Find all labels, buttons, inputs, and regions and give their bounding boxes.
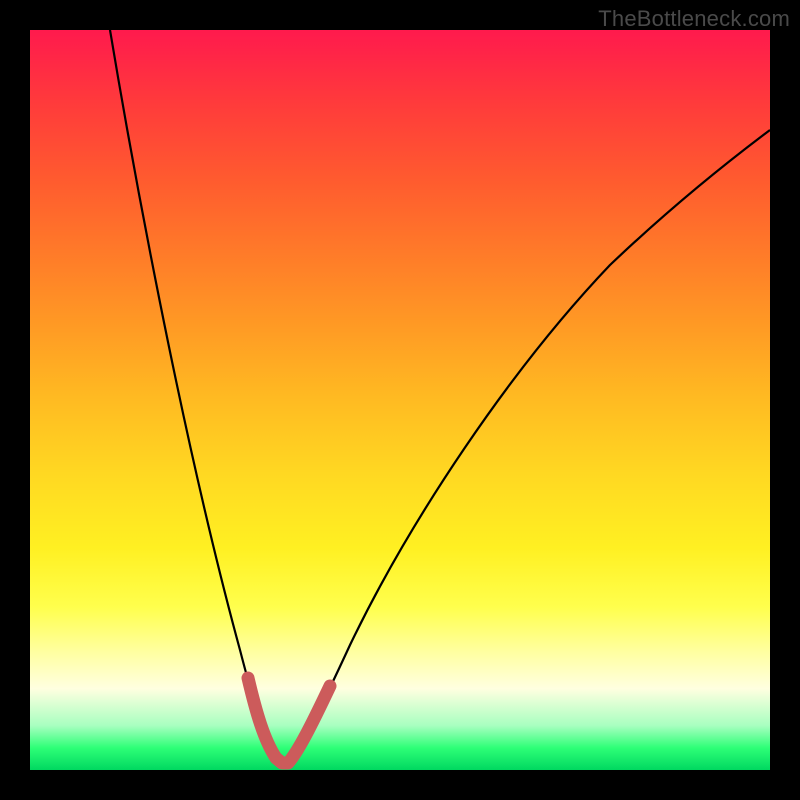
- plot-area: [30, 30, 770, 770]
- bottleneck-curve: [110, 30, 770, 762]
- chart-container: TheBottleneck.com: [0, 0, 800, 800]
- highlight-band-segment: [248, 678, 330, 763]
- watermark: TheBottleneck.com: [598, 6, 790, 32]
- curve-layer: [30, 30, 770, 770]
